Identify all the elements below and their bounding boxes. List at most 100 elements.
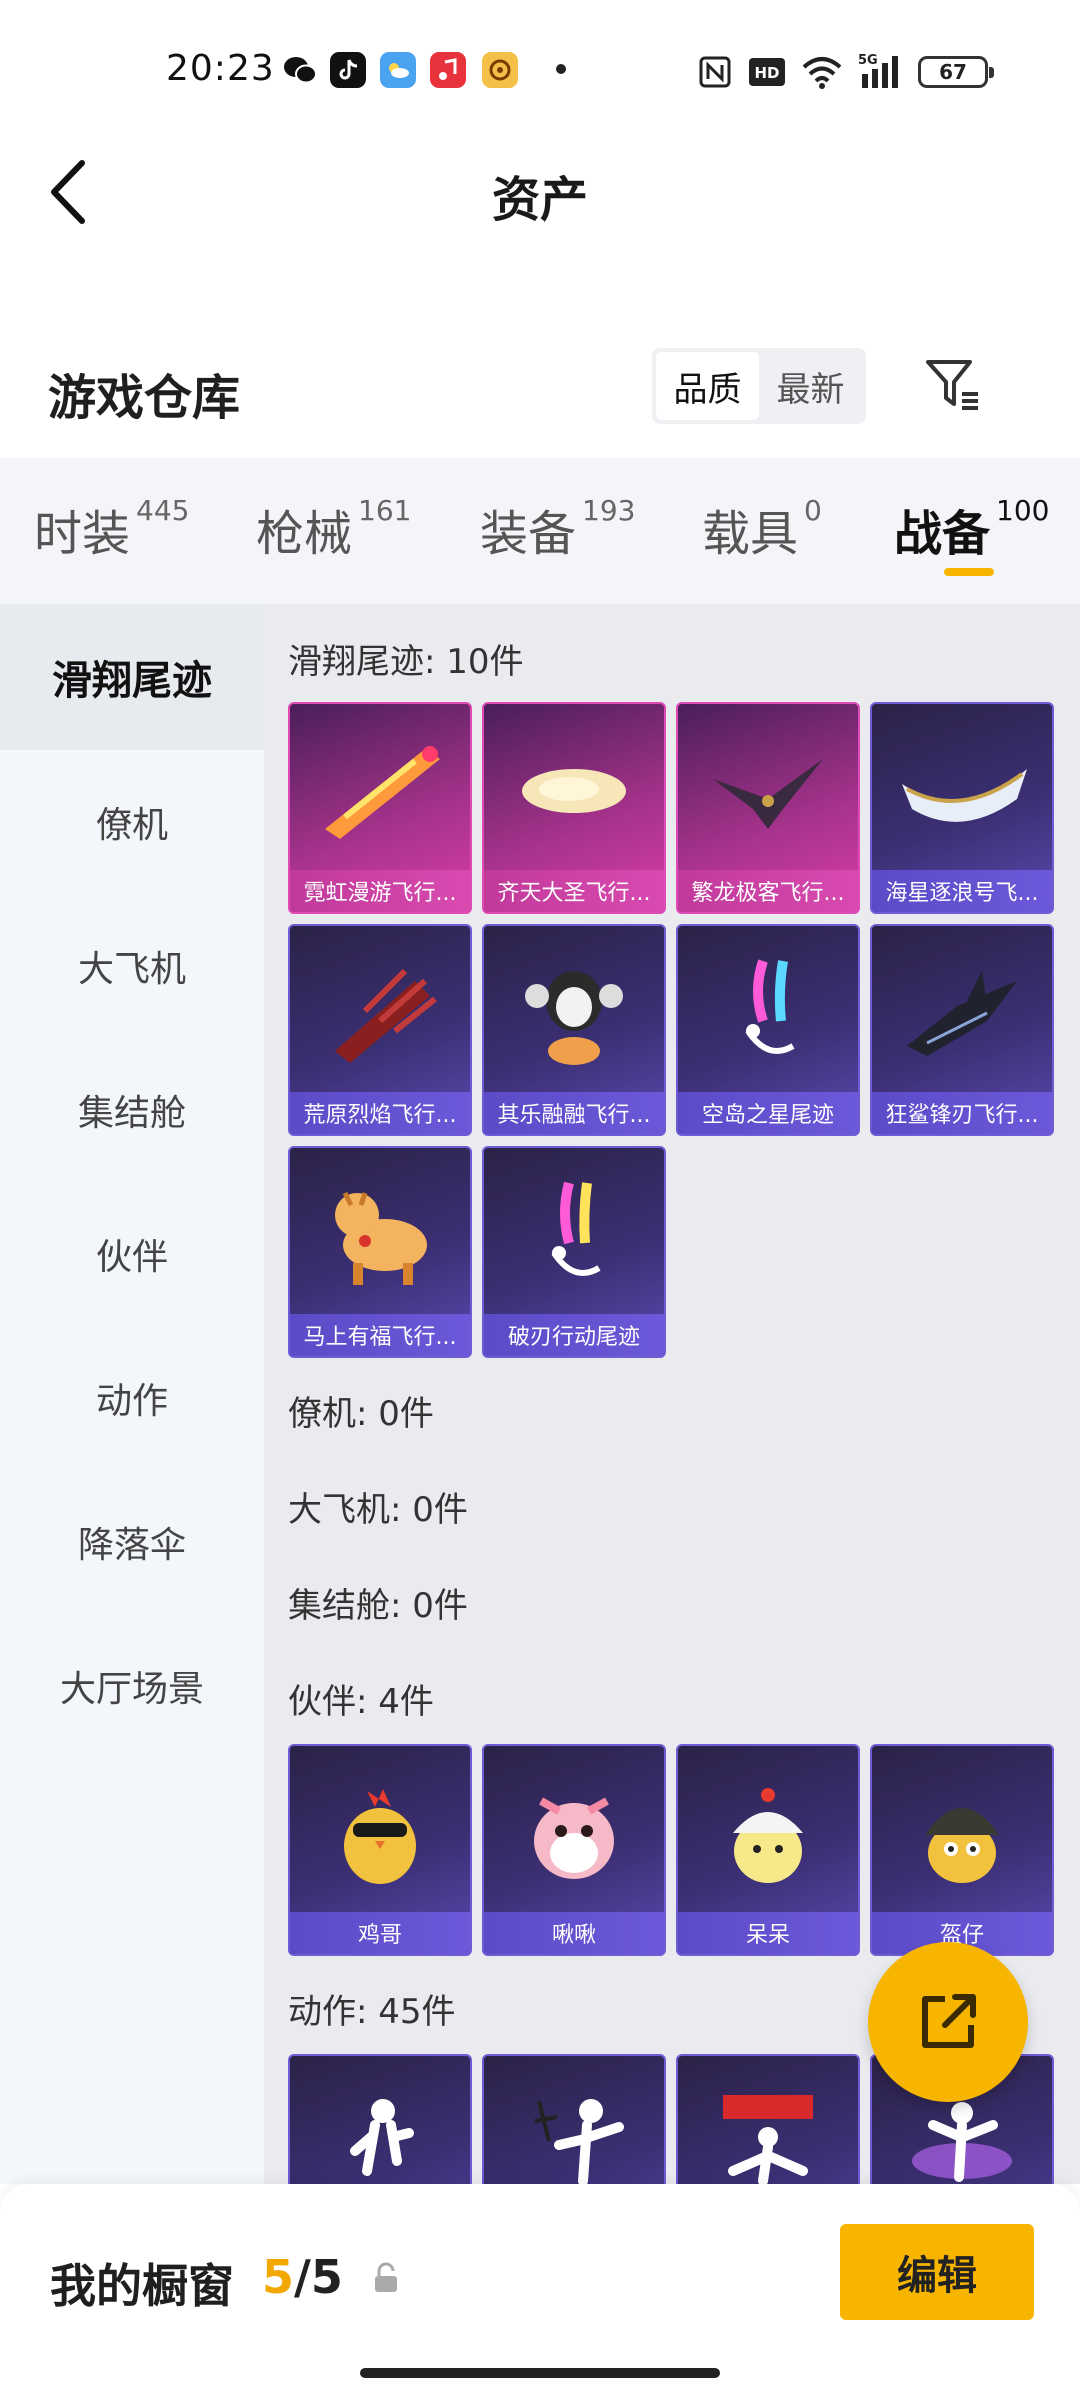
tab-vehicles[interactable]: 载具 0 xyxy=(702,494,822,564)
item-image xyxy=(290,704,470,874)
showcase-count: 5/5 xyxy=(262,2250,343,2304)
item-card[interactable]: 荒原烈焰飞行... xyxy=(288,924,472,1136)
signal-icon: 5G xyxy=(856,52,904,92)
sidebar-item-big-plane[interactable]: 大飞机 xyxy=(0,894,264,1038)
item-image xyxy=(872,1746,1052,1916)
item-card[interactable]: 鸡哥 xyxy=(288,1744,472,1956)
notification-dot xyxy=(556,64,566,74)
item-name: 破刃行动尾迹 xyxy=(484,1314,664,1356)
item-name: 呆呆 xyxy=(678,1912,858,1954)
showcase-total: 5 xyxy=(310,2250,343,2304)
status-time: 20:23 xyxy=(166,48,275,89)
battery-icon: 67 xyxy=(918,56,994,88)
item-card[interactable] xyxy=(676,2054,860,2184)
item-image xyxy=(290,2056,470,2184)
item-image xyxy=(484,926,664,1096)
item-card[interactable]: 呆呆 xyxy=(676,1744,860,1956)
group-title-pod: 集结舱: 0件 xyxy=(288,1586,468,1626)
item-name: 其乐融融飞行... xyxy=(484,1092,664,1134)
showcase-label: 我的橱窗 xyxy=(50,2259,234,2313)
tab-label: 时装 xyxy=(34,506,131,562)
item-name: 狂鲨锋刃飞行... xyxy=(872,1092,1052,1134)
item-name: 鸡哥 xyxy=(290,1912,470,1954)
item-image xyxy=(290,926,470,1096)
item-card[interactable]: 霓虹漫游飞行... xyxy=(288,702,472,914)
item-card[interactable]: 繁龙极客飞行... xyxy=(676,702,860,914)
wifi-icon xyxy=(800,52,844,92)
hd-icon: HD xyxy=(748,52,786,92)
item-image xyxy=(290,1746,470,1916)
tab-combat-gear[interactable]: 战备 100 xyxy=(894,494,1049,564)
group-title-companion: 伙伴: 4件 xyxy=(288,1682,434,1722)
item-card[interactable]: 海星逐浪号飞... xyxy=(870,702,1054,914)
item-image xyxy=(290,1148,470,1318)
item-card[interactable]: 空岛之星尾迹 xyxy=(676,924,860,1136)
item-card[interactable] xyxy=(288,2054,472,2184)
group-title-emote: 动作: 45件 xyxy=(288,1992,456,2032)
item-card[interactable]: 啾啾 xyxy=(482,1744,666,1956)
category-tabs: 时装 445 枪械 161 装备 193 载具 0 战备 100 xyxy=(0,458,1080,604)
tiktok-icon xyxy=(330,52,366,88)
sidebar-item-lobby-scene[interactable]: 大厅场景 xyxy=(0,1614,264,1758)
tab-label: 装备 xyxy=(480,506,577,562)
tab-count: 100 xyxy=(996,494,1050,527)
tab-label: 枪械 xyxy=(256,506,353,562)
item-name: 空岛之星尾迹 xyxy=(678,1092,858,1134)
tab-count: 193 xyxy=(582,494,636,527)
tab-label: 战备 xyxy=(894,506,991,562)
item-card[interactable]: 齐天大圣飞行... xyxy=(482,702,666,914)
music-icon xyxy=(430,52,466,88)
nfc-icon xyxy=(698,52,732,92)
sidebar-item-companion[interactable]: 伙伴 xyxy=(0,1182,264,1326)
sidebar-item-wingman[interactable]: 僚机 xyxy=(0,750,264,894)
sidebar: 滑翔尾迹 僚机 大飞机 集结舱 伙伴 动作 降落伞 大厅场景 xyxy=(0,604,264,2184)
filter-icon[interactable] xyxy=(918,350,988,420)
item-image xyxy=(678,704,858,874)
share-button[interactable] xyxy=(868,1942,1028,2102)
item-image xyxy=(678,926,858,1096)
sidebar-item-parachute[interactable]: 降落伞 xyxy=(0,1470,264,1614)
sidebar-item-pod[interactable]: 集结舱 xyxy=(0,1038,264,1182)
item-name: 马上有福飞行... xyxy=(290,1314,470,1356)
item-card[interactable]: 狂鲨锋刃飞行... xyxy=(870,924,1054,1136)
item-card[interactable]: 其乐融融飞行... xyxy=(482,924,666,1136)
lock-icon xyxy=(372,2262,400,2294)
group-title-big-plane: 大飞机: 0件 xyxy=(288,1490,468,1530)
item-image xyxy=(872,704,1052,874)
tab-count: 445 xyxy=(136,494,190,527)
tab-guns[interactable]: 枪械 161 xyxy=(256,494,411,564)
tab-fashion[interactable]: 时装 445 xyxy=(34,494,189,564)
item-card[interactable] xyxy=(482,2054,666,2184)
showcase-separator: / xyxy=(294,2250,311,2304)
item-name: 荒原烈焰飞行... xyxy=(290,1092,470,1134)
item-image xyxy=(484,1148,664,1318)
showcase-current: 5 xyxy=(262,2250,295,2304)
item-image xyxy=(484,704,664,874)
item-card[interactable]: 破刃行动尾迹 xyxy=(482,1146,666,1358)
browser-icon xyxy=(482,52,518,88)
section-title: 游戏仓库 xyxy=(48,370,241,426)
tab-equipment[interactable]: 装备 193 xyxy=(480,494,635,564)
sort-toggle: 品质 最新 xyxy=(652,348,866,424)
item-image xyxy=(872,926,1052,1096)
share-icon xyxy=(922,1994,976,2048)
active-tab-indicator xyxy=(944,568,994,576)
item-name: 繁龙极客飞行... xyxy=(678,870,858,912)
item-image xyxy=(484,1746,664,1916)
item-card[interactable]: 盔仔 xyxy=(870,1744,1054,1956)
svg-text:HD: HD xyxy=(754,64,779,82)
sidebar-item-glide-trail[interactable]: 滑翔尾迹 xyxy=(0,604,264,750)
group-title-glide-trail: 滑翔尾迹: 10件 xyxy=(288,642,524,682)
item-name: 海星逐浪号飞... xyxy=(872,870,1052,912)
item-card[interactable]: 马上有福飞行... xyxy=(288,1146,472,1358)
weather-icon xyxy=(380,52,416,88)
tab-label: 载具 xyxy=(702,506,799,562)
edit-button[interactable]: 编辑 xyxy=(840,2224,1034,2320)
page-title: 资产 xyxy=(491,172,588,228)
item-name: 霓虹漫游飞行... xyxy=(290,870,470,912)
home-indicator[interactable] xyxy=(360,2368,720,2378)
sort-option-quality[interactable]: 品质 xyxy=(656,352,759,420)
sidebar-item-emote[interactable]: 动作 xyxy=(0,1326,264,1470)
sort-option-newest[interactable]: 最新 xyxy=(759,352,862,420)
item-image xyxy=(484,2056,664,2184)
